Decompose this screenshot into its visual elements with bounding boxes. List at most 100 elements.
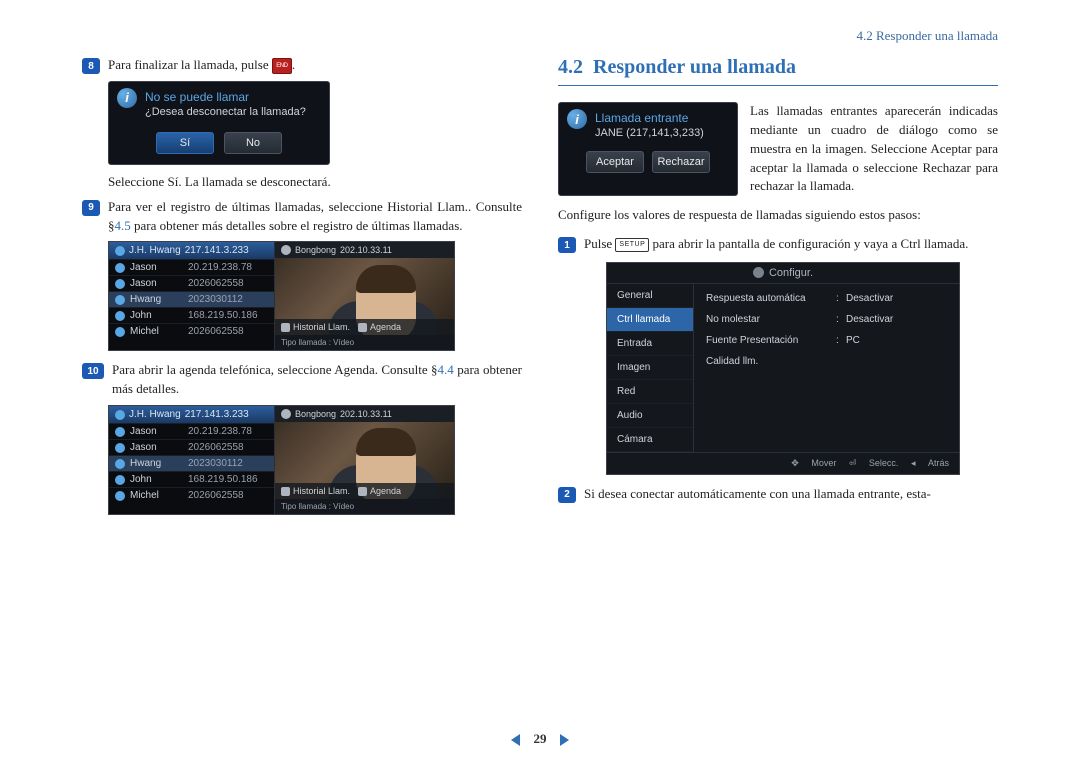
step-number-9: 9 (82, 200, 100, 216)
reject-button[interactable]: Rechazar (652, 151, 710, 173)
row-num: 20.219.238.78 (188, 426, 252, 437)
list-item[interactable]: Jason20.219.238.78 (109, 259, 274, 275)
section-number: 4.2 (558, 56, 583, 78)
row-name: Jason (130, 442, 188, 453)
end-call-icon: END (272, 58, 292, 74)
list-item[interactable]: Jason20.219.238.78 (109, 423, 274, 439)
row-num: 2023030112 (188, 294, 243, 305)
preview-name: Bongbong (295, 409, 336, 419)
list-item[interactable]: John168.219.50.186 (109, 471, 274, 487)
menu-camara[interactable]: Cámara (607, 428, 693, 452)
agenda-button[interactable]: Agenda (358, 486, 401, 496)
step-8-text: Para finalizar la llamada, pulse END. (108, 56, 295, 75)
cfg-value: Desactivar (846, 314, 893, 325)
right-column: 4.2 Responder una llamada i Llamada entr… (558, 56, 998, 525)
gear-icon (753, 267, 764, 278)
row-num: 2023030112 (188, 458, 243, 469)
step-8-tail: . (292, 57, 295, 72)
section-rule (558, 85, 998, 86)
step-1-pre: Pulse (584, 236, 612, 251)
agenda-label: Agenda (370, 486, 401, 496)
row-num: 2026062558 (188, 326, 244, 337)
menu-audio[interactable]: Audio (607, 404, 693, 428)
config-menu: General Ctrl llamada Entrada Imagen Red … (607, 284, 694, 452)
preview-footer: Tipo llamada : Vídeo (275, 335, 454, 350)
section-heading: 4.2 Responder una llamada (558, 56, 998, 79)
link-4-5[interactable]: 4.5 (115, 218, 131, 233)
preview-name: Bongbong (295, 245, 336, 255)
running-header: 4.2 Responder una llamada (82, 28, 998, 44)
next-page-icon[interactable] (560, 734, 569, 746)
list-item[interactable]: Hwang2023030112 (109, 455, 274, 471)
config-title: Configur. (769, 267, 813, 279)
call-icon (115, 327, 125, 337)
no-button[interactable]: No (224, 132, 282, 154)
info-icon: i (567, 109, 587, 129)
config-row[interactable]: Respuesta automática:Desactivar (694, 288, 959, 309)
step-number-10: 10 (82, 363, 104, 379)
face-placeholder: Historial Llam. Agenda (275, 258, 454, 335)
list-item[interactable]: Hwang2023030112 (109, 291, 274, 307)
header-num: 217.141.3.233 (185, 409, 249, 420)
incoming-button-row: Aceptar Rechazar (559, 147, 737, 183)
menu-entrada[interactable]: Entrada (607, 332, 693, 356)
agenda-icon (358, 323, 367, 332)
list-item[interactable]: Jason2026062558 (109, 275, 274, 291)
agenda-label: Agenda (370, 322, 401, 332)
incoming-title-text: Llamada entrante (595, 111, 688, 125)
step-2: 2 Si desea conectar automáticamente con … (558, 485, 998, 504)
list-item[interactable]: Michel2026062558 (109, 323, 274, 339)
list-item[interactable]: Michel2026062558 (109, 487, 274, 503)
step-2-text: Si desea conectar automáticamente con un… (584, 485, 931, 504)
history-button[interactable]: Historial Llam. (281, 486, 350, 496)
step-1-post: para abrir la pantalla de configuración … (653, 236, 969, 251)
config-row[interactable]: Calidad llm. (694, 351, 959, 372)
row-name: Hwang (130, 458, 188, 469)
call-icon (115, 263, 125, 273)
link-4-4[interactable]: 4.4 (438, 362, 454, 377)
history-icon (281, 487, 290, 496)
yes-button[interactable]: Sí (156, 132, 214, 154)
cfg-label: No molestar (706, 314, 836, 325)
step-1-text: Pulse SETUP para abrir la pantalla de co… (584, 235, 968, 254)
list-item[interactable]: John168.219.50.186 (109, 307, 274, 323)
header-num: 217.141.3.233 (185, 245, 249, 256)
call-icon (115, 295, 125, 305)
step-10-line: Para abrir la agenda telefónica, selecci… (112, 362, 438, 377)
row-name: Jason (130, 278, 188, 289)
step-1: 1 Pulse SETUP para abrir la pantalla de … (558, 235, 998, 254)
incoming-title: i Llamada entrante (559, 103, 737, 127)
person-icon (281, 245, 291, 255)
history-button[interactable]: Historial Llam. (281, 322, 350, 332)
cfg-value: PC (846, 335, 860, 346)
setup-button-icon: SETUP (615, 238, 649, 252)
config-row[interactable]: No molestar:Desactivar (694, 309, 959, 330)
cfg-label: Fuente Presentación (706, 335, 836, 346)
menu-general[interactable]: General (607, 284, 693, 308)
row-name: Michel (130, 326, 188, 337)
page-number: 29 (534, 731, 547, 746)
config-header: Configur. (607, 263, 959, 284)
config-screenshot: Configur. General Ctrl llamada Entrada I… (606, 262, 960, 475)
history-label: Historial Llam. (293, 322, 350, 332)
menu-red[interactable]: Red (607, 380, 693, 404)
prev-page-icon[interactable] (511, 734, 520, 746)
menu-ctrl-llamada[interactable]: Ctrl llamada (607, 308, 693, 332)
row-name: Jason (130, 262, 188, 273)
foot-select: ⏎ Selecc. (849, 458, 899, 468)
call-icon (115, 246, 125, 256)
accept-button[interactable]: Aceptar (586, 151, 644, 173)
disconnect-dialog: i No se puede llamar ¿Desea desconectar … (108, 81, 330, 165)
step-9-text: Para ver el registro de últimas llamadas… (108, 198, 522, 236)
dialog-title: i No se puede llamar (109, 82, 329, 106)
menu-imagen[interactable]: Imagen (607, 356, 693, 380)
call-list-header: J.H. Hwang 217.141.3.233 (109, 242, 274, 259)
row-name: Jason (130, 426, 188, 437)
header-name: J.H. Hwang (129, 245, 181, 256)
config-row[interactable]: Fuente Presentación:PC (694, 330, 959, 351)
agenda-button[interactable]: Agenda (358, 322, 401, 332)
row-name: John (130, 310, 188, 321)
config-body: General Ctrl llamada Entrada Imagen Red … (607, 284, 959, 452)
left-column: 8 Para finalizar la llamada, pulse END. … (82, 56, 522, 525)
list-item[interactable]: Jason2026062558 (109, 439, 274, 455)
